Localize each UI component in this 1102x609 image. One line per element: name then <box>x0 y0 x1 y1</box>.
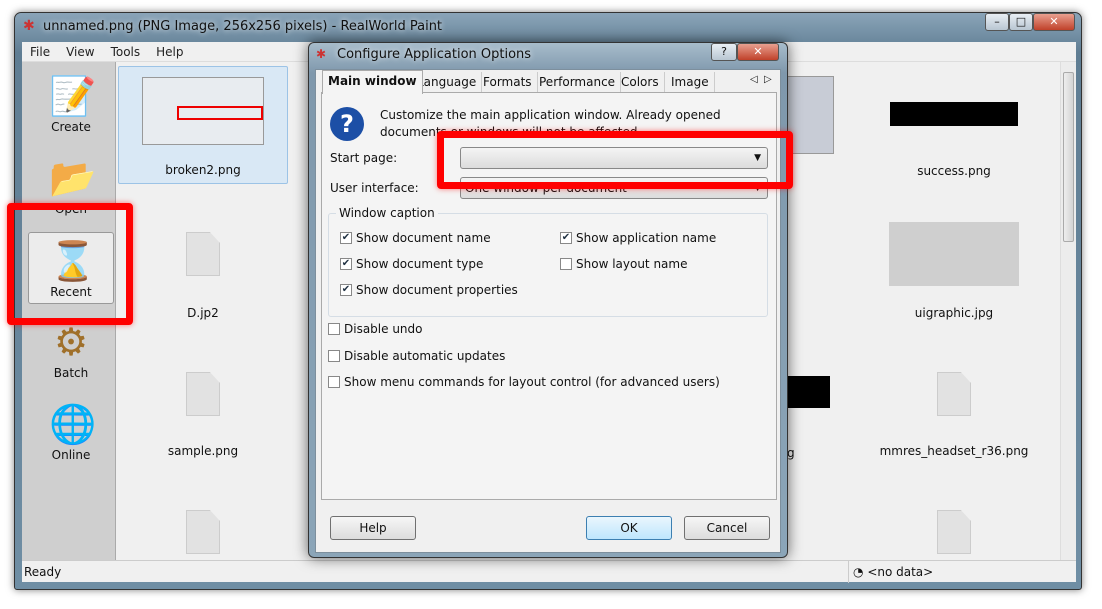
broken-file-icon <box>186 372 220 416</box>
vertical-scrollbar[interactable] <box>1060 62 1076 560</box>
show-layout-name-checkbox[interactable]: Show layout name <box>560 257 687 271</box>
show-document-name-checkbox[interactable]: ✔ Show document name <box>340 231 491 245</box>
highlight-box <box>7 203 133 325</box>
sidebar-item-create[interactable]: 📝 Create <box>28 68 114 140</box>
file-item[interactable] <box>869 510 1039 554</box>
scrollbar-thumb[interactable] <box>1063 72 1074 242</box>
gauge-icon: ◔ <box>853 565 864 579</box>
tab-image[interactable]: Image <box>666 72 715 92</box>
file-item[interactable]: broken2.png <box>118 66 288 184</box>
file-item[interactable]: sample.png <box>118 372 288 458</box>
window-title: unnamed.png (PNG Image, 256x256 pixels) … <box>43 19 443 34</box>
status-data: ◔ <no data> <box>848 561 933 583</box>
options-dialog: ✱ Configure Application Options ? ✕ Main… <box>308 42 788 558</box>
highlight-box <box>437 131 793 189</box>
minimize-button[interactable]: – <box>985 13 1009 31</box>
menu-view[interactable]: View <box>66 45 94 59</box>
menu-file[interactable]: File <box>30 45 50 59</box>
menu-help[interactable]: Help <box>156 45 183 59</box>
disable-updates-checkbox[interactable]: Disable automatic updates <box>328 349 505 363</box>
thumbnail <box>889 222 1019 286</box>
dialog-title: Configure Application Options <box>337 47 532 62</box>
gears-icon: ⚙ <box>53 320 89 364</box>
globe-icon: 🌐 <box>49 402 97 446</box>
app-icon: ✱ <box>23 18 35 34</box>
close-button[interactable]: ✕ <box>1033 13 1075 31</box>
show-document-properties-checkbox[interactable]: ✔ Show document properties <box>340 283 518 297</box>
broken-file-icon <box>937 510 971 554</box>
file-item[interactable]: success.png <box>869 102 1039 178</box>
help-button[interactable]: Help <box>330 516 416 540</box>
file-item[interactable] <box>118 510 288 554</box>
tab-scroll-left-icon[interactable]: ◁ <box>750 74 758 85</box>
start-page-label: Start page: <box>330 151 398 165</box>
menu-tools[interactable]: Tools <box>111 45 141 59</box>
broken-file-icon <box>937 372 971 416</box>
disable-undo-checkbox[interactable]: Disable undo <box>328 322 423 336</box>
broken-file-icon <box>186 510 220 554</box>
file-item[interactable]: uigraphic.jpg <box>869 222 1039 320</box>
maximize-button[interactable]: □ <box>1009 13 1033 31</box>
group-label: Window caption <box>336 206 438 220</box>
ok-button[interactable]: OK <box>586 516 672 540</box>
create-icon: 📝 <box>49 74 97 118</box>
file-item[interactable]: D.jp2 <box>118 232 288 320</box>
tab-colors[interactable]: Colors <box>616 72 665 92</box>
layout-commands-checkbox[interactable]: Show menu commands for layout control (f… <box>328 375 720 389</box>
file-item[interactable]: mmres_headset_r36.png <box>869 372 1039 458</box>
cancel-button[interactable]: Cancel <box>684 516 770 540</box>
help-button[interactable]: ? <box>711 43 737 61</box>
show-application-name-checkbox[interactable]: ✔ Show application name <box>560 231 716 245</box>
status-text: Ready <box>24 565 62 579</box>
broken-file-icon <box>186 232 220 276</box>
tab-scroll-right-icon[interactable]: ▷ <box>764 74 772 85</box>
sidebar-item-online[interactable]: 🌐 Online <box>28 396 114 468</box>
close-button[interactable]: ✕ <box>737 43 779 61</box>
thumbnail <box>142 77 264 145</box>
thumbnail <box>786 376 830 408</box>
show-document-type-checkbox[interactable]: ✔ Show document type <box>340 257 483 271</box>
folder-icon: 📂 <box>49 156 97 200</box>
file-label: g <box>787 446 795 460</box>
thumbnail <box>890 102 1018 126</box>
tab-main-window[interactable]: Main window <box>322 70 423 94</box>
status-bar: Ready ◔ <no data> <box>22 560 1076 583</box>
tab-formats[interactable]: Formats <box>478 72 538 92</box>
user-interface-label: User interface: <box>330 181 419 195</box>
app-icon: ✱ <box>316 47 327 61</box>
tab-performance[interactable]: Performance <box>534 72 622 92</box>
info-icon: ? <box>330 107 364 141</box>
